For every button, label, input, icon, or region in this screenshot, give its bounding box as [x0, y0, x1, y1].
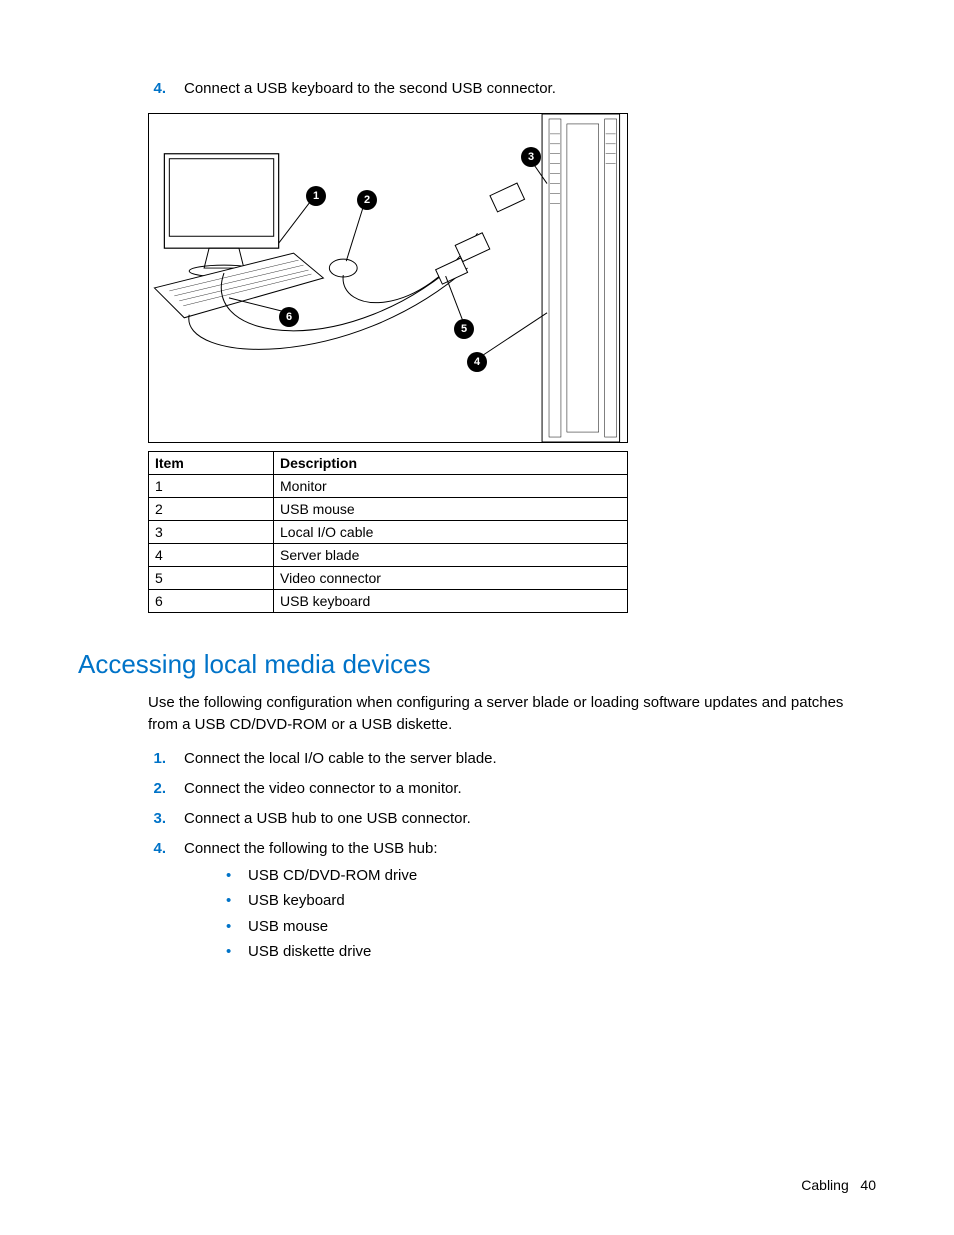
- cell-item: 2: [149, 497, 274, 520]
- item-description-table: Item Description 1Monitor2USB mouse3Loca…: [148, 451, 628, 613]
- table-header-desc: Description: [274, 451, 628, 474]
- cell-desc: Video connector: [274, 566, 628, 589]
- step-text: Connect the following to the USB hub:: [184, 840, 438, 857]
- step-item: 1.Connect the local I/O cable to the ser…: [148, 747, 876, 771]
- sub-item: USB CD/DVD-ROM drive: [226, 863, 438, 889]
- cell-desc: Local I/O cable: [274, 520, 628, 543]
- table-row: 4Server blade: [149, 543, 628, 566]
- step-number: 2.: [148, 777, 184, 801]
- step-body: Connect a USB hub to one USB connector.: [184, 807, 471, 831]
- table-header-item: Item: [149, 451, 274, 474]
- callout-1: 1: [306, 186, 326, 206]
- step-number: 4.: [148, 837, 184, 965]
- step-item: 3.Connect a USB hub to one USB connector…: [148, 807, 876, 831]
- cell-desc: Server blade: [274, 543, 628, 566]
- callout-4: 4: [467, 352, 487, 372]
- step-body: Connect the local I/O cable to the serve…: [184, 747, 497, 771]
- step-number: 3.: [148, 807, 184, 831]
- step-body: Connect the video connector to a monitor…: [184, 777, 462, 801]
- table-row: 3Local I/O cable: [149, 520, 628, 543]
- steps-list: 1.Connect the local I/O cable to the ser…: [148, 747, 876, 965]
- step-4-top: 4. Connect a USB keyboard to the second …: [148, 78, 876, 101]
- step-number: 4.: [148, 78, 184, 101]
- footer-section: Cabling: [801, 1177, 848, 1193]
- sub-item: USB diskette drive: [226, 939, 438, 965]
- step-text: Connect a USB keyboard to the second USB…: [184, 78, 556, 101]
- diagram-figure: 1 2 3 4 5 6: [148, 113, 628, 443]
- table-row: 5Video connector: [149, 566, 628, 589]
- cell-item: 3: [149, 520, 274, 543]
- step-item: 2.Connect the video connector to a monit…: [148, 777, 876, 801]
- intro-paragraph: Use the following configuration when con…: [148, 692, 876, 737]
- cell-desc: Monitor: [274, 474, 628, 497]
- step-text: Connect a USB hub to one USB connector.: [184, 810, 471, 827]
- callout-3: 3: [521, 147, 541, 167]
- step-body: Connect the following to the USB hub: USB…: [184, 837, 438, 965]
- cell-item: 5: [149, 566, 274, 589]
- cell-item: 1: [149, 474, 274, 497]
- table-row: 1Monitor: [149, 474, 628, 497]
- cell-item: 6: [149, 589, 274, 612]
- callout-6: 6: [279, 307, 299, 327]
- step-text: Connect the local I/O cable to the serve…: [184, 750, 497, 767]
- table-row: 2USB mouse: [149, 497, 628, 520]
- step-number: 1.: [148, 747, 184, 771]
- sub-item: USB keyboard: [226, 888, 438, 914]
- step-item: 4.Connect the following to the USB hub: U…: [148, 837, 876, 965]
- page-footer: Cabling 40: [801, 1177, 876, 1193]
- table-row: 6USB keyboard: [149, 589, 628, 612]
- step-text: Connect the video connector to a monitor…: [184, 780, 462, 797]
- footer-page: 40: [860, 1177, 876, 1193]
- callout-2: 2: [357, 190, 377, 210]
- cell-desc: USB mouse: [274, 497, 628, 520]
- cell-desc: USB keyboard: [274, 589, 628, 612]
- callout-5: 5: [454, 319, 474, 339]
- cell-item: 4: [149, 543, 274, 566]
- sub-list: USB CD/DVD-ROM driveUSB keyboardUSB mous…: [184, 863, 438, 965]
- sub-item: USB mouse: [226, 914, 438, 940]
- section-heading: Accessing local media devices: [78, 649, 876, 680]
